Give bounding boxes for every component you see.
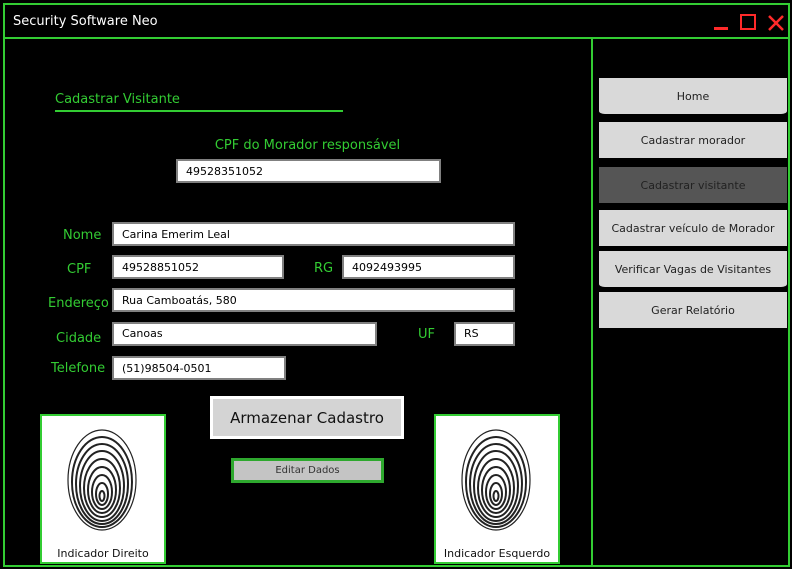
endereco-field[interactable]: Rua Camboatás, 580 [112,288,515,312]
close-icon[interactable] [767,14,784,31]
title-bar: Security Software Neo [5,5,788,39]
sidebar-item-cadastrar-veiculo[interactable]: Cadastrar veículo de Morador [599,210,787,246]
left-index-fingerprint-card[interactable]: Indicador Esquerdo [434,414,560,564]
rg-label: RG [314,261,334,276]
uf-label: UF [418,327,435,342]
app-title: Security Software Neo [13,14,158,29]
endereco-label: Endereço [48,296,109,311]
right-index-label: Indicador Direito [57,547,149,560]
cpf-morador-field[interactable]: 49528351052 [176,159,441,183]
maximize-icon[interactable] [740,14,756,30]
sidebar-item-home[interactable]: Home [599,78,787,114]
nome-field[interactable]: Carina Emerim Leal [112,222,515,246]
cpf-field[interactable]: 49528851052 [112,255,284,279]
title-underline [55,110,343,112]
sidebar-item-cadastrar-visitante[interactable]: Cadastrar visitante [599,167,787,203]
cidade-label: Cidade [56,331,102,346]
minimize-icon[interactable] [713,14,729,30]
app-window: Security Software Neo Cadastrar Visitant… [3,3,790,567]
cpf-label: CPF [67,262,92,277]
telefone-field[interactable]: (51)98504-0501 [112,356,286,380]
main-form-area: Cadastrar Visitante CPF do Morador respo… [5,39,591,565]
fingerprint-icon [461,429,531,531]
nome-label: Nome [63,228,102,243]
sidebar: Home Cadastrar morador Cadastrar visitan… [591,39,790,565]
telefone-label: Telefone [51,361,106,376]
edit-data-button[interactable]: Editar Dados [231,458,384,483]
cpf-morador-label: CPF do Morador responsável [214,138,401,153]
fingerprint-icon [67,429,137,531]
page-title: Cadastrar Visitante [55,92,180,107]
sidebar-item-verificar-vagas[interactable]: Verificar Vagas de Visitantes [599,251,787,287]
uf-field[interactable]: RS [454,322,515,346]
right-index-fingerprint-card[interactable]: Indicador Direito [40,414,166,564]
save-registration-button[interactable]: Armazenar Cadastro [210,396,404,439]
sidebar-item-gerar-relatorio[interactable]: Gerar Relatório [599,292,787,328]
cidade-field[interactable]: Canoas [112,322,377,346]
sidebar-item-cadastrar-morador[interactable]: Cadastrar morador [599,122,787,158]
rg-field[interactable]: 4092493995 [342,255,515,279]
left-index-label: Indicador Esquerdo [443,547,551,560]
